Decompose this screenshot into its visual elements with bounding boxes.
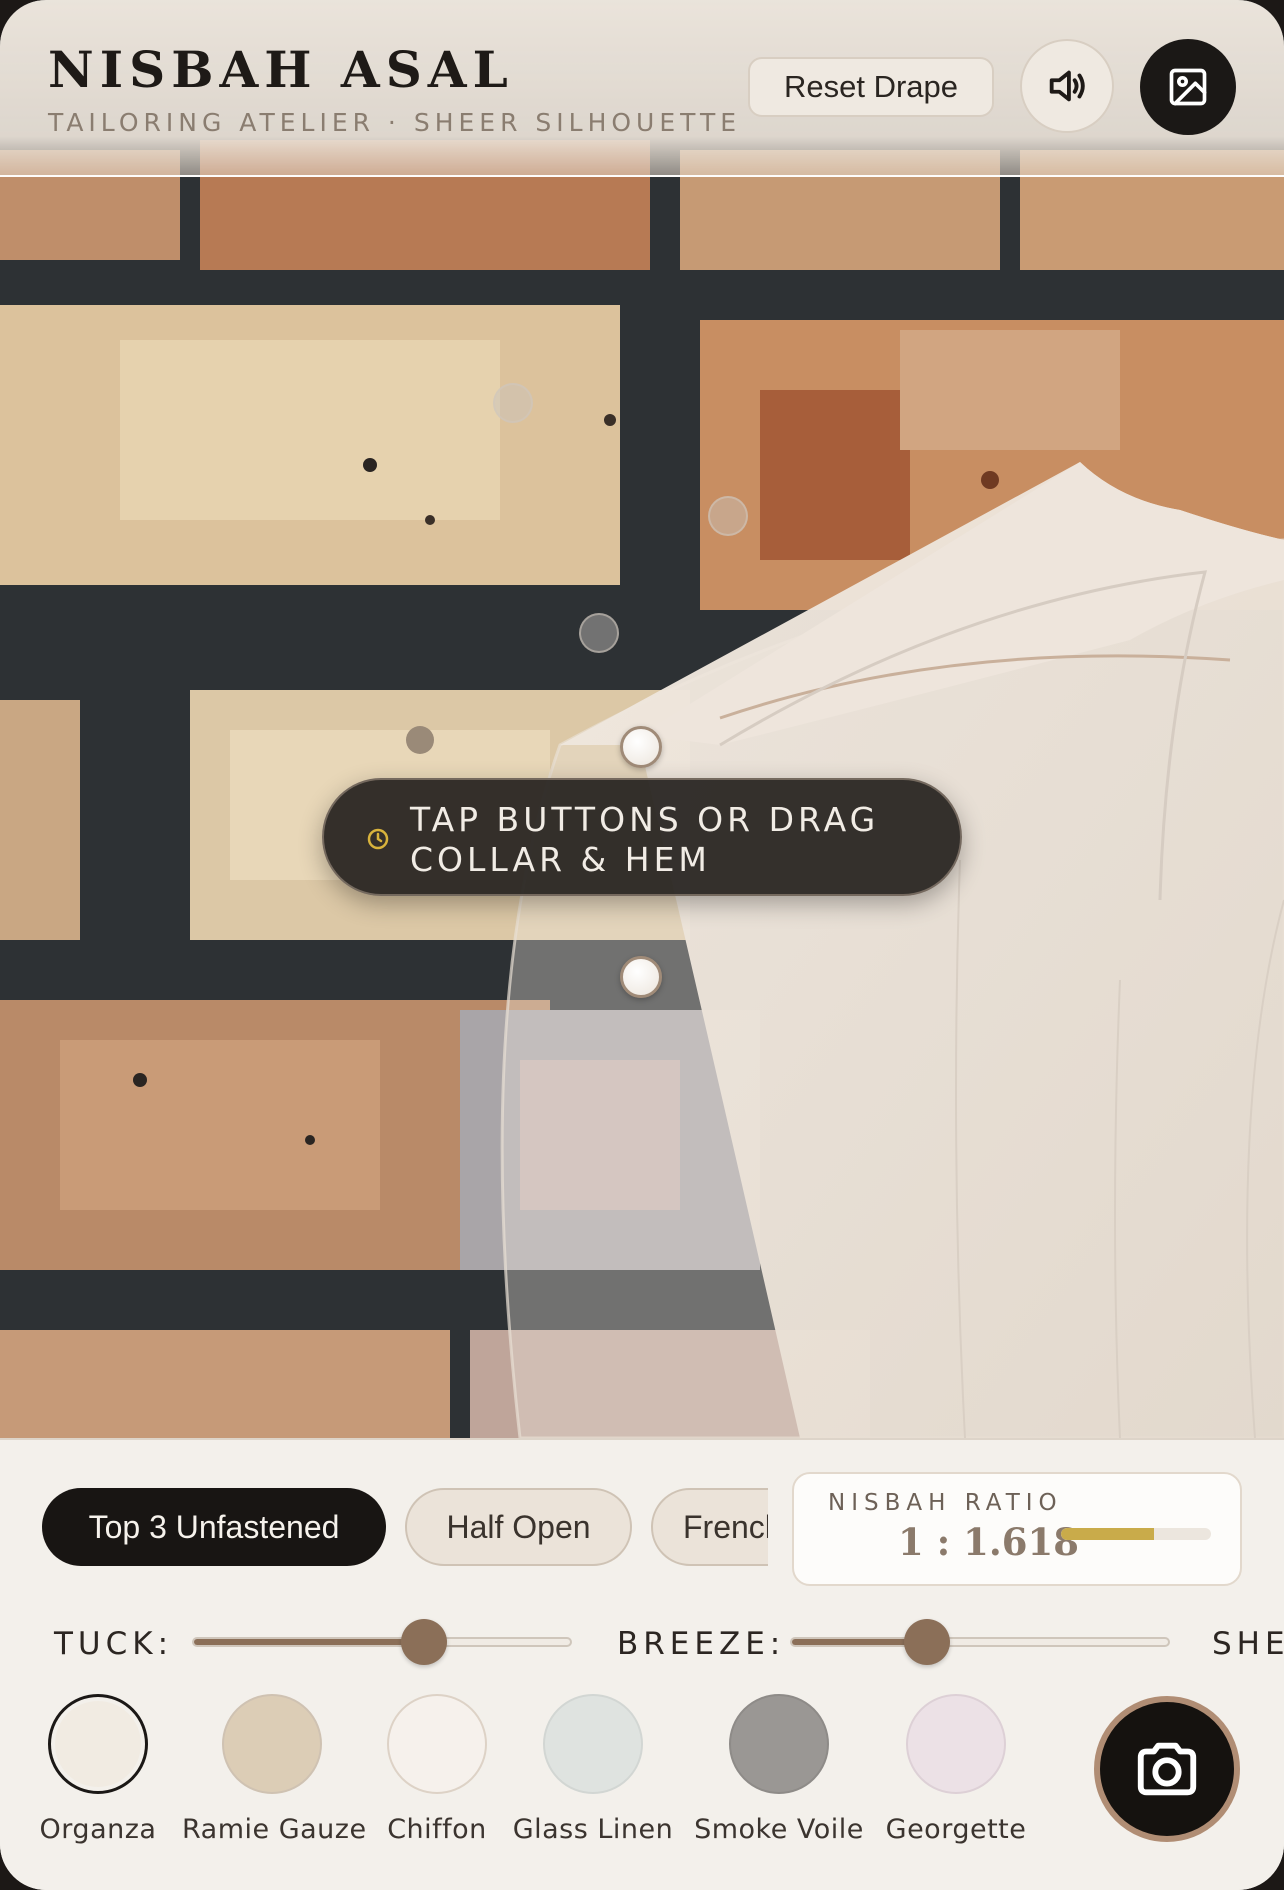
button-handle-ghost-3[interactable]: [579, 613, 619, 653]
swatch-color: [729, 1694, 829, 1794]
brand-title: NISBAH ASAL: [48, 40, 514, 99]
app-window: TAP BUTTONS OR DRAG COLLAR & HEM NISBAH …: [0, 0, 1284, 1890]
camera-icon: [1137, 1742, 1197, 1796]
sound-toggle-button[interactable]: [1020, 39, 1114, 133]
capture-button[interactable]: [1094, 1696, 1240, 1842]
reset-drape-button[interactable]: Reset Drape: [748, 57, 994, 117]
speaker-icon: [1049, 70, 1085, 102]
ratio-label: NISBAH RATIO: [828, 1490, 1063, 1516]
swatch-color: [48, 1694, 148, 1794]
button-handle-ghost-1[interactable]: [493, 383, 533, 423]
swatch-color: [222, 1694, 322, 1794]
button-style-selector: Top 3 Unfastened Half Open French: [42, 1488, 768, 1568]
sheer-label: SHE: [1212, 1626, 1284, 1662]
brand-subtitle: TAILORING ATELIER · SHEER SILHOUETTE: [48, 108, 742, 137]
swatch-color: [387, 1694, 487, 1794]
tuck-slider-thumb[interactable]: [400, 1619, 447, 1665]
drag-hint-toast: TAP BUTTONS OR DRAG COLLAR & HEM: [322, 778, 962, 896]
ratio-meter-fill: [1061, 1528, 1154, 1540]
breeze-label: BREEZE:: [617, 1626, 786, 1662]
breeze-slider-thumb[interactable]: [903, 1619, 950, 1665]
collar-handle[interactable]: [620, 726, 662, 768]
ratio-value: 1 : 1.618: [898, 1520, 1080, 1564]
tuck-slider-fill: [194, 1639, 426, 1645]
swatch-label: Chiffon: [387, 1814, 487, 1845]
button-handle-ghost-2[interactable]: [708, 496, 748, 536]
breeze-slider[interactable]: [790, 1637, 1170, 1647]
swatch-label: Ramie Gauze: [182, 1814, 367, 1845]
swatch-label: Organza: [39, 1814, 157, 1845]
swatch-label: Georgette: [885, 1814, 1027, 1845]
ratio-meter: [1061, 1528, 1211, 1540]
shirt-silhouette[interactable]: [0, 0, 1284, 1438]
nisbah-ratio-card: NISBAH RATIO 1 : 1.618: [792, 1472, 1242, 1586]
style-chip-half-open[interactable]: Half Open: [405, 1488, 632, 1566]
swatch-color: [543, 1694, 643, 1794]
top-bar: NISBAH ASAL TAILORING ATELIER · SHEER SI…: [0, 0, 1284, 177]
tuck-slider[interactable]: [192, 1637, 572, 1647]
style-chip-french[interactable]: French: [651, 1488, 768, 1566]
swatch-color: [906, 1694, 1006, 1794]
hem-handle[interactable]: [620, 956, 662, 998]
style-chip-top-3-unfastened[interactable]: Top 3 Unfastened: [42, 1488, 386, 1566]
tuck-label: TUCK:: [54, 1626, 174, 1662]
swatch-label: Smoke Voile: [694, 1814, 864, 1845]
control-panel: Top 3 Unfastened Half Open French NISBAH…: [0, 1438, 1284, 1890]
clock-icon: [367, 828, 389, 850]
gallery-button[interactable]: [1140, 39, 1236, 135]
hint-text: TAP BUTTONS OR DRAG COLLAR & HEM: [410, 800, 880, 879]
image-icon: [1169, 68, 1207, 106]
drape-canvas[interactable]: TAP BUTTONS OR DRAG COLLAR & HEM NISBAH …: [0, 0, 1284, 1438]
swatch-label: Glass Linen: [512, 1814, 674, 1845]
